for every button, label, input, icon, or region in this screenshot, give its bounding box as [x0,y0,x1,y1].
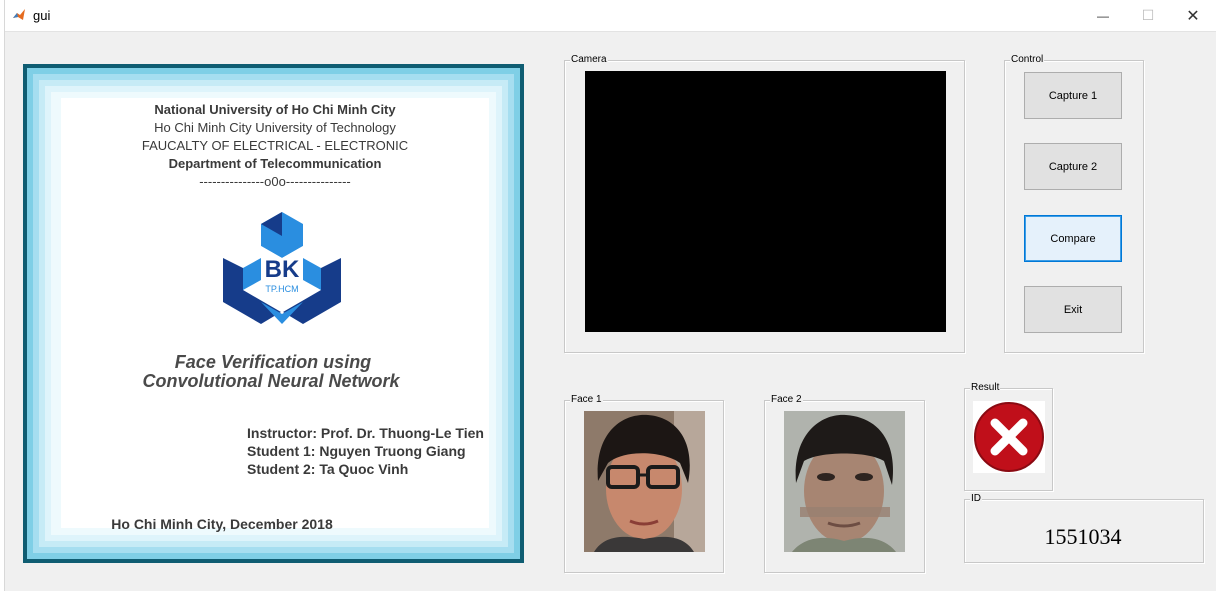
control-panel-label: Control [1010,54,1045,66]
logo-bk-text: BK [264,256,300,283]
compare-button[interactable]: Compare [1024,215,1122,262]
x-circle-icon [974,402,1044,472]
capture2-button[interactable]: Capture 2 [1024,143,1122,190]
matlab-icon [13,9,25,20]
face1-panel-label: Face 1 [570,394,603,406]
footer-text: Ho Chi Minh City, December 2018 [111,516,333,532]
app-window: gui — ☐ ✕ National University of Ho Chi … [0,0,1216,591]
capture1-button[interactable]: Capture 1 [1024,72,1122,119]
poster-content: National University of Ho Chi Minh City … [61,98,489,532]
maximize-icon: ☐ [1141,7,1155,23]
separator-text: ---------------o0o--------------- [199,174,351,189]
instructor-text: Instructor: Prof. Dr. Thuong-Le Tien [247,425,484,441]
window-title: gui [33,8,51,23]
project-title-line1: Face Verification using [174,352,372,372]
face2-image [784,411,905,552]
university-name: National University of Ho Chi Minh City [154,102,396,117]
logo-tphcm-text: TP.HCM [265,284,299,294]
close-icon: ✕ [1186,7,1200,25]
camera-panel-label: Camera [570,54,608,66]
minimize-icon: — [1097,8,1109,23]
department-name: Department of Telecommunication [168,156,382,171]
close-button[interactable]: ✕ [1170,0,1216,31]
window-edge [0,0,5,591]
face2-panel-label: Face 2 [770,394,803,406]
face1-image [584,411,705,552]
result-image [973,401,1045,473]
result-panel-label: Result [970,382,1001,394]
camera-view [585,71,946,332]
minimize-button[interactable]: — [1080,0,1126,31]
project-title-line2: Convolutional Neural Network [142,371,400,391]
maximize-button[interactable]: ☐ [1125,0,1171,31]
bk-logo: BK TP.HCM [223,212,341,326]
title-bar[interactable]: gui — ☐ ✕ [0,0,1216,32]
title-poster: National University of Ho Chi Minh City … [23,64,524,563]
id-value: 1551034 [1044,524,1122,549]
student1-text: Student 1: Nguyen Truong Giang [247,443,466,459]
id-panel-label: ID [970,493,982,505]
student2-text: Student 2: Ta Quoc Vinh [247,461,409,477]
exit-button[interactable]: Exit [1024,286,1122,333]
faculty-name: FAUCALTY OF ELECTRICAL - ELECTRONIC [141,138,409,153]
school-name: Ho Chi Minh City University of Technolog… [154,120,396,135]
